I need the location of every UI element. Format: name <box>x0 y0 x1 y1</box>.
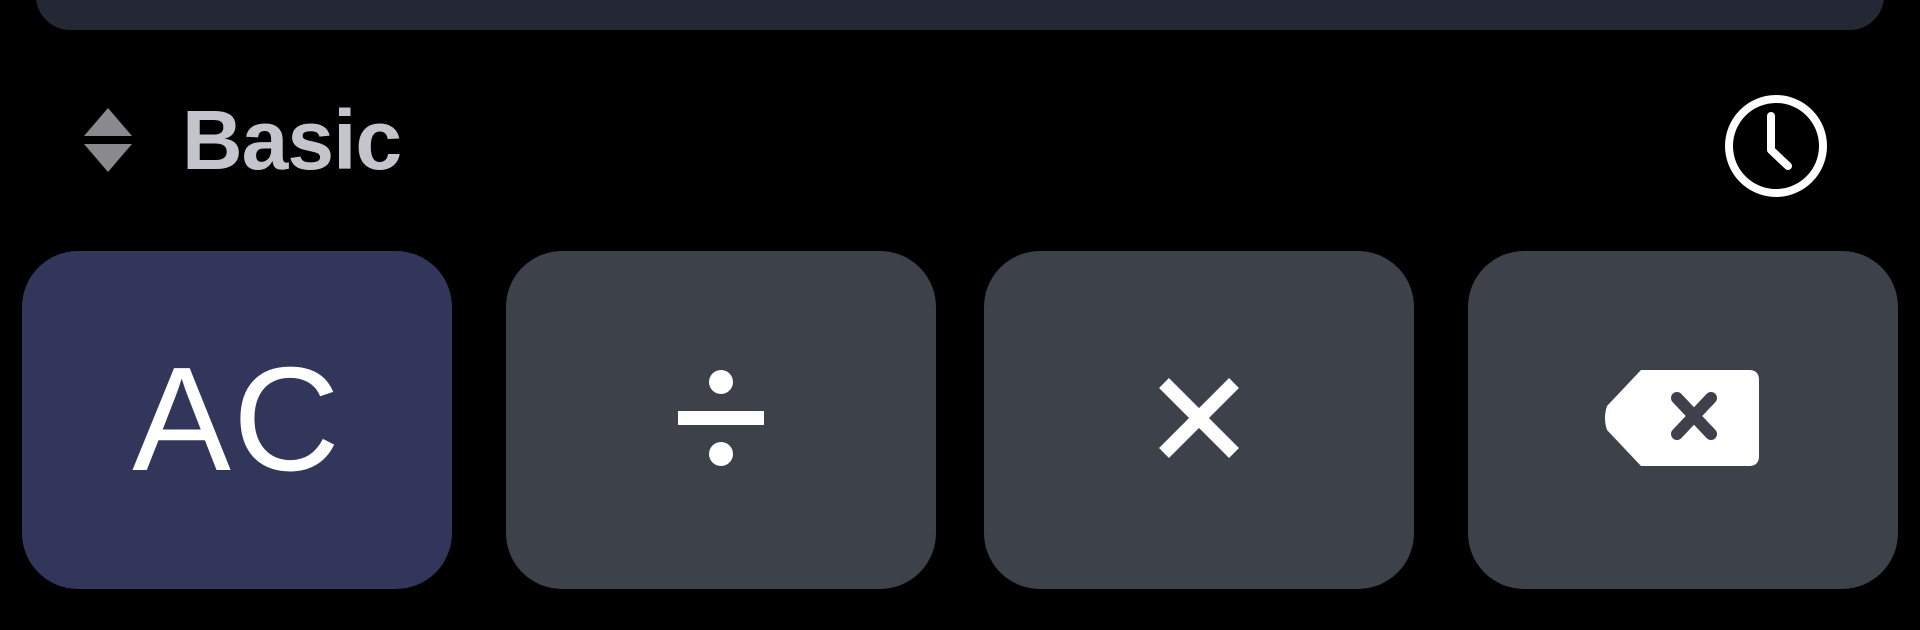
clock-icon <box>1722 92 1830 205</box>
divide-icon <box>676 368 766 473</box>
display-panel <box>36 0 1884 30</box>
all-clear-button[interactable]: AC <box>22 251 452 589</box>
history-button[interactable] <box>1722 94 1830 202</box>
backspace-button[interactable] <box>1468 251 1898 589</box>
backspace-icon <box>1605 368 1761 473</box>
keypad-row: AC ÷ × <box>0 251 1920 589</box>
mode-selector[interactable]: Basic <box>80 90 402 190</box>
divide-button[interactable]: ÷ <box>506 251 936 589</box>
mode-row: Basic <box>0 90 1920 197</box>
all-clear-label: AC <box>132 337 342 502</box>
multiply-icon <box>1156 375 1242 466</box>
multiply-button[interactable]: × <box>984 251 1414 589</box>
mode-label: Basic <box>182 92 402 187</box>
sort-arrows-icon <box>80 100 136 180</box>
